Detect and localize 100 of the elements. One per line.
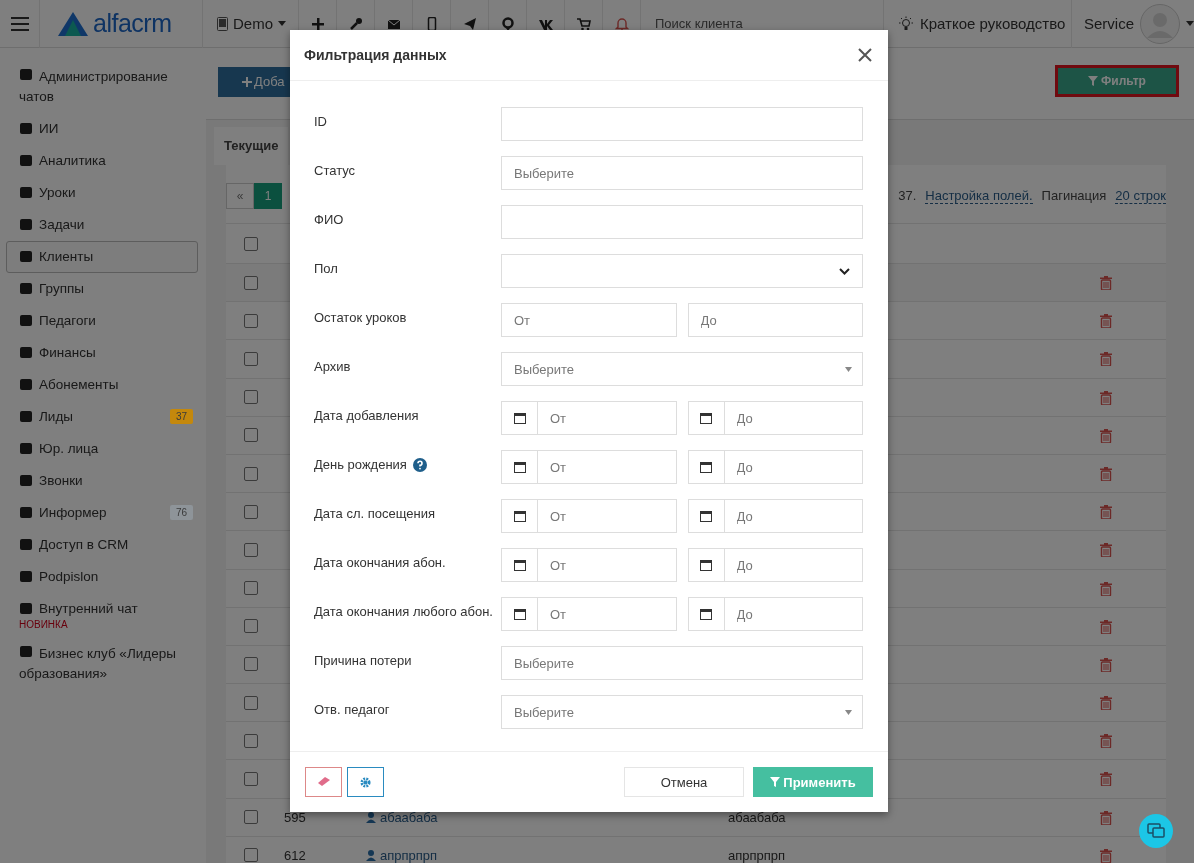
trash-icon[interactable] [1100, 466, 1112, 481]
guide-link[interactable]: Краткое руководство [920, 15, 1066, 32]
chat-help-button[interactable] [1139, 814, 1173, 848]
checkbox[interactable] [244, 504, 258, 519]
page-button[interactable]: 1 [254, 183, 282, 209]
date-from-field[interactable]: От [538, 499, 677, 533]
sidebar-item[interactable]: Задачи [6, 209, 198, 241]
calendar-button[interactable] [687, 401, 725, 435]
trash-icon[interactable] [1100, 810, 1112, 825]
sidebar-item[interactable]: ИИ [6, 113, 198, 145]
trash-icon[interactable] [1100, 505, 1112, 520]
select-field[interactable]: Выберите [501, 646, 863, 680]
cart-icon[interactable] [576, 16, 591, 31]
branch-dropdown[interactable]: Demo [233, 15, 273, 32]
client-link[interactable]: апрпрпрп [380, 847, 728, 863]
sidebar-item[interactable]: Лиды 37 [6, 401, 198, 433]
sidebar-item[interactable]: Звонки [6, 465, 198, 497]
date-from-field[interactable]: От [538, 450, 677, 484]
checkbox[interactable] [244, 657, 258, 672]
tab[interactable]: Текущие [214, 127, 289, 165]
calendar-button[interactable] [501, 401, 538, 435]
date-to-field[interactable]: До [724, 401, 863, 435]
trash-icon[interactable] [1100, 276, 1112, 290]
date-to-field[interactable]: До [724, 450, 863, 484]
checkbox[interactable] [244, 275, 258, 290]
sidebar-item[interactable]: Группы [6, 273, 198, 305]
select-field[interactable] [501, 254, 863, 288]
sidebar-item[interactable]: Доступ в CRM [6, 529, 198, 561]
calendar-button[interactable] [501, 548, 538, 582]
caret-down-icon[interactable] [278, 21, 286, 26]
text-field[interactable] [501, 107, 863, 141]
sidebar-item[interactable]: Внутренний чат НОВИНКА [6, 593, 198, 636]
sidebar-item[interactable]: Информер 76 [6, 497, 198, 529]
sidebar-item[interactable]: Финансы [6, 337, 198, 369]
chevron-down-icon[interactable] [839, 267, 850, 275]
date-from-field[interactable]: От [538, 548, 677, 582]
previous-page-button[interactable]: « [226, 183, 254, 209]
calendar-button[interactable] [687, 597, 725, 631]
sidebar-item[interactable]: Педагоги [6, 305, 198, 337]
checkbox[interactable] [244, 848, 258, 863]
checkbox[interactable] [244, 619, 258, 634]
sidebar-item[interactable]: Администрирование чатов [6, 59, 198, 113]
checkbox[interactable] [244, 236, 258, 251]
sidebar-item[interactable]: Podpislon [6, 561, 198, 593]
checkbox[interactable] [244, 581, 258, 596]
trash-icon[interactable] [1100, 581, 1112, 596]
trash-icon[interactable] [1100, 428, 1112, 443]
trash-icon[interactable] [1100, 543, 1112, 558]
trash-icon[interactable] [1100, 352, 1112, 367]
rows-per-page-link[interactable]: 20 строк [1115, 188, 1166, 204]
calendar-button[interactable] [501, 499, 538, 533]
apply-button[interactable]: Применить [753, 767, 873, 797]
text-field[interactable] [501, 205, 863, 239]
trash-icon[interactable] [1100, 314, 1112, 329]
date-to-field[interactable]: До [724, 597, 863, 631]
plus-icon[interactable] [310, 16, 325, 31]
calendar-button[interactable] [687, 499, 725, 533]
caret-down-icon[interactable] [845, 367, 852, 372]
calendar-button[interactable] [687, 450, 725, 484]
calendar-button[interactable] [501, 450, 538, 484]
sidebar-item[interactable]: Абонементы [6, 369, 198, 401]
bell-icon[interactable] [614, 16, 629, 31]
sidebar-item[interactable]: Уроки [6, 177, 198, 209]
trash-icon[interactable] [1100, 390, 1112, 405]
field-settings-link[interactable]: Настройка полей. [925, 188, 1033, 204]
sidebar-item[interactable]: Аналитика [6, 145, 198, 177]
circle-icon[interactable] [500, 16, 515, 31]
trash-icon[interactable] [1100, 734, 1112, 749]
to-field[interactable]: До [687, 303, 863, 337]
checkbox[interactable] [244, 695, 258, 710]
trash-icon[interactable] [1100, 657, 1112, 672]
select-field[interactable]: Выберите [501, 156, 863, 190]
calendar-button[interactable] [501, 597, 538, 631]
dropdown-field[interactable]: Выберите [501, 352, 863, 386]
checkbox[interactable] [244, 351, 258, 366]
wrench-icon[interactable] [348, 16, 363, 31]
trash-icon[interactable] [1100, 619, 1112, 634]
help-icon[interactable] [412, 458, 427, 472]
checkbox[interactable] [244, 390, 258, 405]
sidebar-item[interactable]: Бизнес клуб «Лидеры образования» [6, 636, 198, 690]
trash-icon[interactable] [1100, 848, 1112, 863]
trash-icon[interactable] [1100, 772, 1112, 787]
checkbox[interactable] [244, 313, 258, 328]
trash-icon[interactable] [1100, 696, 1112, 711]
checkbox[interactable] [244, 772, 258, 787]
cancel-button[interactable]: Отмена [624, 767, 744, 797]
clear-filter-button[interactable] [305, 767, 342, 797]
add-button[interactable]: Доба [218, 66, 290, 97]
sidebar-item[interactable]: Клиенты [6, 241, 198, 273]
caret-down-icon[interactable] [845, 710, 852, 715]
date-to-field[interactable]: До [724, 548, 863, 582]
dropdown-field[interactable]: Выберите [501, 695, 863, 729]
caret-down-icon[interactable] [1186, 21, 1194, 26]
close-icon[interactable] [858, 48, 872, 62]
settings-button[interactable] [347, 767, 384, 797]
date-from-field[interactable]: От [538, 401, 677, 435]
user-name[interactable]: Service [1084, 15, 1135, 32]
menu-icon[interactable] [10, 16, 29, 31]
date-to-field[interactable]: До [724, 499, 863, 533]
sidebar-item[interactable]: Юр. лица [6, 433, 198, 465]
